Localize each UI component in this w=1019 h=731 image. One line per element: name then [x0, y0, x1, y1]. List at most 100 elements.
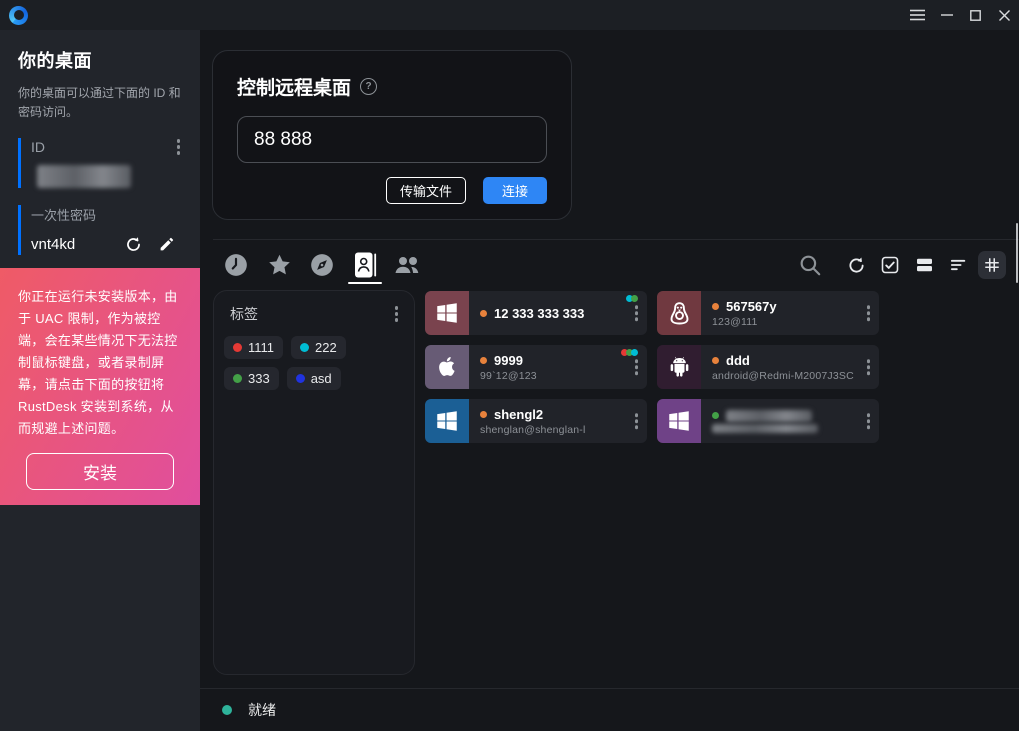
search-icon[interactable] [796, 251, 824, 279]
remote-id-input[interactable] [237, 116, 547, 163]
status-dot [222, 705, 232, 715]
rustdesk-window: { "accent_colors": { "blue": "#0071ff", … [0, 0, 1019, 731]
peer-status-dot [480, 310, 487, 317]
peer-name: ddd [726, 353, 750, 368]
tags-title: 标签 [230, 304, 258, 324]
tags-menu-icon[interactable] [393, 304, 401, 324]
help-icon[interactable]: ? [360, 78, 377, 95]
rustdesk-logo-icon [9, 6, 28, 25]
sidebar: 你的桌面 你的桌面可以通过下面的 ID 和密码访问。 ID 一次性密码 vnt4… [0, 30, 200, 731]
scrollbar-thumb[interactable] [1016, 223, 1018, 283]
peer-info: 99`12@123 [480, 370, 537, 382]
peer-status-dot [712, 412, 719, 419]
peer-card[interactable]: 567567y 123@111 [657, 291, 879, 335]
main-area: 控制远程桌面 ? 传输文件 连接 标签 1111 222 333 asd 12 333… [200, 30, 1019, 731]
password-label: 一次性密码 [31, 205, 96, 224]
peer-menu-icon[interactable] [633, 411, 641, 431]
tab-group[interactable] [393, 246, 423, 284]
tag-label: 333 [248, 371, 270, 386]
peer-body: ddd android@Redmi-M2007J3SC [701, 345, 854, 389]
maximize-button[interactable] [961, 0, 990, 30]
platform-windows-icon [425, 291, 469, 335]
refresh-icon[interactable] [842, 251, 870, 279]
control-remote-desktop-title: 控制远程桌面 [237, 73, 351, 100]
tag-chip[interactable]: asd [287, 367, 341, 390]
peer-menu-icon[interactable] [865, 303, 873, 323]
peer-menu-icon[interactable] [633, 303, 641, 323]
peer-tag-dots [628, 295, 638, 302]
one-time-password-block: 一次性密码 vnt4kd [18, 205, 182, 255]
peer-body: 9999 99`12@123 [469, 345, 537, 389]
tab-discovered[interactable] [307, 246, 337, 284]
peer-body [701, 399, 818, 443]
install-button[interactable]: 安装 [26, 453, 174, 490]
peer-status-dot [712, 357, 719, 364]
peer-info: android@Redmi-M2007J3SC [712, 370, 854, 382]
platform-windows-icon [425, 399, 469, 443]
peer-info: shenglan@shenglan-l [480, 424, 586, 436]
peer-card[interactable]: shengl2 shenglan@shenglan-l [425, 399, 647, 443]
peer-card[interactable]: 9999 99`12@123 [425, 345, 647, 389]
peer-body: shengl2 shenglan@shenglan-l [469, 399, 586, 443]
platform-linux-icon [657, 291, 701, 335]
peer-menu-icon[interactable] [865, 357, 873, 377]
peer-info: 123@111 [712, 316, 777, 328]
platform-windows-icon [657, 399, 701, 443]
sort-icon[interactable] [944, 251, 972, 279]
id-label: ID [31, 139, 45, 155]
regenerate-password-icon[interactable] [124, 235, 143, 254]
tab-recent-sessions[interactable] [221, 246, 251, 284]
platform-android-icon [657, 345, 701, 389]
edit-password-icon[interactable] [158, 235, 176, 254]
nav-tabs [221, 246, 423, 284]
peer-name: 12 333 333 333 [494, 306, 584, 321]
tag-color-dot [233, 343, 242, 352]
peer-menu-icon[interactable] [633, 357, 641, 377]
status-bar: 就绪 [200, 688, 1019, 731]
peer-card[interactable]: ddd android@Redmi-M2007J3SC [657, 345, 879, 389]
peer-menu-icon[interactable] [865, 411, 873, 431]
uac-warning-text: 你正在运行未安装版本，由于 UAC 限制，作为被控端，会在某些情况下无法控制鼠标… [18, 286, 182, 440]
connect-card: 控制远程桌面 ? 传输文件 连接 [212, 50, 572, 220]
peer-card[interactable] [657, 399, 879, 443]
connect-button[interactable]: 连接 [483, 177, 547, 204]
peer-status-dot [480, 411, 487, 418]
peer-toolbar [200, 244, 1019, 286]
desktop-id-redacted [37, 165, 131, 188]
platform-apple-icon [425, 345, 469, 389]
peer-status-dot [712, 303, 719, 310]
peer-card[interactable]: 12 333 333 333 [425, 291, 647, 335]
close-button[interactable] [990, 0, 1019, 30]
tag-list: 1111 222 333 asd [224, 336, 404, 390]
tag-chip[interactable]: 1111 [224, 336, 283, 359]
tag-color-dot [300, 343, 309, 352]
peer-name: 567567y [726, 299, 777, 314]
peer-tag-dots [623, 349, 638, 356]
uac-warning-panel: 你正在运行未安装版本，由于 UAC 限制，作为被控端，会在某些情况下无法控制鼠标… [0, 268, 200, 505]
tag-label: asd [311, 371, 332, 386]
desktop-description: 你的桌面可以通过下面的 ID 和密码访问。 [18, 84, 182, 121]
view-list-icon[interactable] [910, 251, 938, 279]
tab-favorites[interactable] [264, 246, 294, 284]
minimize-button[interactable] [932, 0, 961, 30]
tab-address-book[interactable] [350, 246, 380, 284]
password-value: vnt4kd [31, 236, 75, 253]
view-grid-icon[interactable] [978, 251, 1006, 279]
toolbar-actions [796, 251, 1006, 279]
window-controls [903, 0, 1019, 30]
tags-panel: 标签 1111 222 333 asd [213, 290, 415, 675]
peer-body: 567567y 123@111 [701, 291, 777, 335]
peer-body: 12 333 333 333 [469, 291, 584, 335]
peer-name: 9999 [494, 353, 523, 368]
peer-name: shengl2 [494, 407, 543, 422]
toolbar-divider [213, 239, 1019, 240]
tag-chip[interactable]: 333 [224, 367, 279, 390]
transfer-file-button[interactable]: 传输文件 [386, 177, 466, 204]
tag-label: 1111 [248, 340, 274, 355]
title-bar [0, 0, 1019, 30]
menu-icon[interactable] [903, 0, 932, 30]
tag-chip[interactable]: 222 [291, 336, 346, 359]
select-icon[interactable] [876, 251, 904, 279]
id-menu-icon[interactable] [175, 137, 183, 157]
peer-status-dot [480, 357, 487, 364]
